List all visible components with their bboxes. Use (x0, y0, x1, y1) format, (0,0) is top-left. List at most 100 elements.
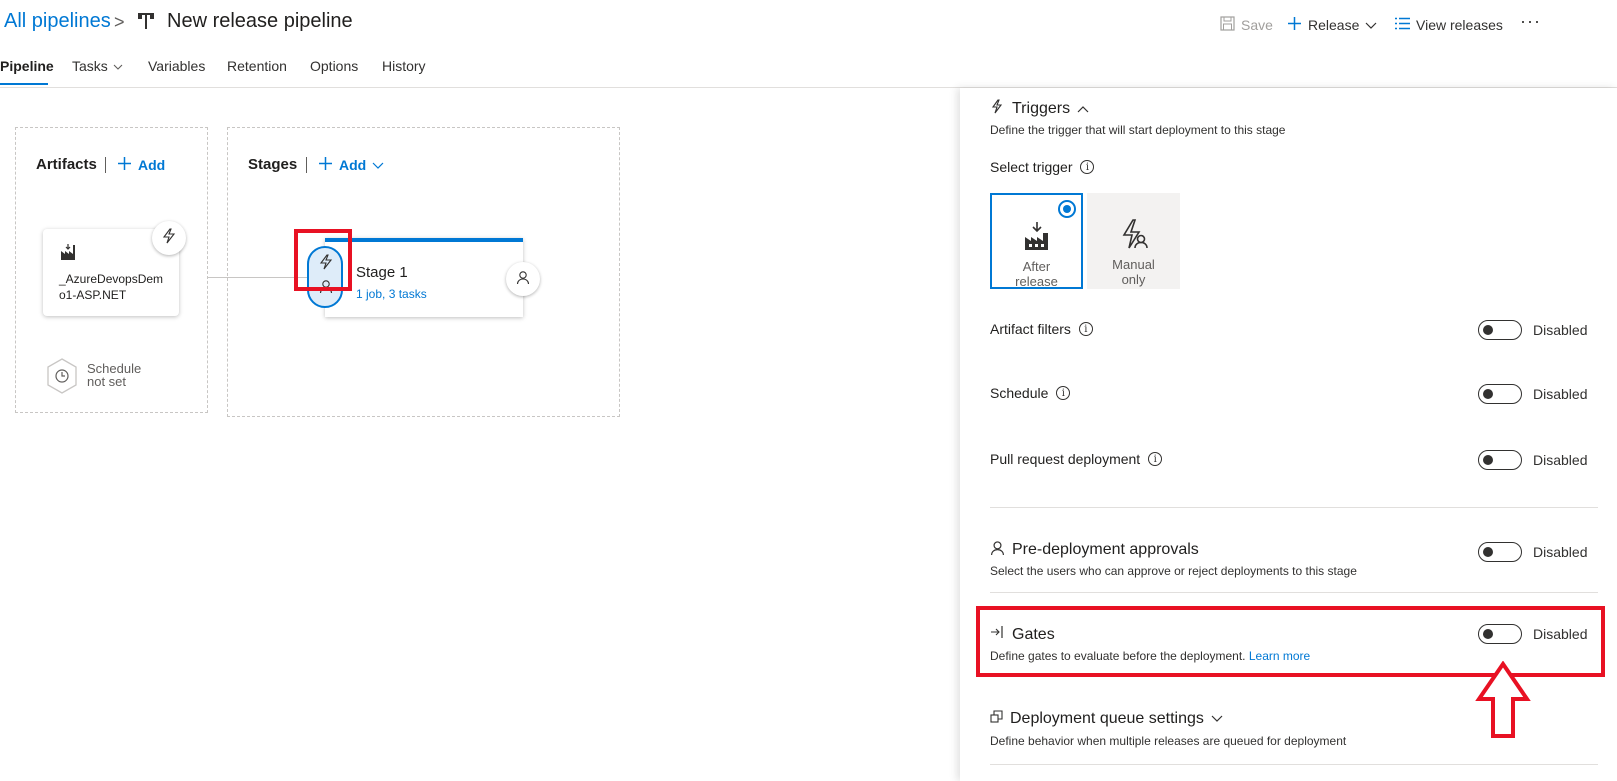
add-stage-label: Add (339, 157, 367, 173)
chevron-down-icon (1211, 710, 1223, 728)
lightning-icon (161, 227, 177, 249)
view-releases-button[interactable]: View releases (1395, 14, 1503, 36)
chevron-up-icon (1077, 100, 1089, 118)
schedule-state: Disabled (1533, 386, 1588, 402)
save-button[interactable]: Save (1220, 14, 1273, 36)
queue-icon (990, 710, 1003, 728)
chevron-down-icon (372, 157, 384, 173)
manual-only-label: Manual only (1087, 257, 1180, 287)
list-icon (1395, 17, 1410, 33)
plus-icon (1287, 16, 1302, 34)
schedule-toggle[interactable]: Disabled (1478, 384, 1587, 404)
tab-tasks-label: Tasks (72, 58, 108, 74)
person-icon (516, 270, 530, 289)
breadcrumb-separator: > (114, 12, 125, 32)
schedule-icon[interactable] (45, 357, 79, 395)
triggers-description: Define the trigger that will start deplo… (990, 123, 1286, 137)
release-pipeline-icon (137, 11, 155, 31)
view-releases-label: View releases (1416, 17, 1503, 33)
queue-settings-header[interactable]: Deployment queue settings (990, 710, 1223, 728)
more-actions-button[interactable]: ··· (1520, 10, 1541, 32)
tab-tasks[interactable]: Tasks (72, 58, 123, 74)
triggers-title: Triggers (1012, 100, 1071, 117)
red-arrow-annotation-icon (1475, 660, 1531, 744)
toggle-switch (1478, 450, 1522, 470)
trigger-option-after-release[interactable]: After release (990, 193, 1083, 289)
stage-tasks-link[interactable]: 1 job, 3 tasks (356, 287, 427, 301)
chevron-down-icon (113, 58, 123, 74)
toggle-switch (1478, 384, 1522, 404)
schedule-value: not set (87, 374, 127, 389)
chevron-down-icon (1365, 17, 1377, 33)
after-release-label-line1: After (1022, 259, 1051, 274)
artifact-filters-label: Artifact filters i (990, 321, 1093, 337)
manual-trigger-icon (1119, 219, 1149, 254)
plus-icon (318, 156, 333, 174)
queue-settings-description: Define behavior when multiple releases a… (990, 734, 1347, 748)
tab-variables[interactable]: Variables (148, 58, 205, 74)
artifact-filters-toggle[interactable]: Disabled (1478, 320, 1587, 340)
approvals-toggle[interactable]: Disabled (1478, 542, 1587, 562)
pull-request-deployment-state: Disabled (1533, 452, 1588, 468)
trigger-icon (990, 99, 1005, 119)
breadcrumb-all-pipelines-link[interactable]: All pipelines (4, 10, 111, 33)
toggle-switch (1478, 320, 1522, 340)
artifacts-title: Artifacts (36, 156, 97, 173)
add-artifact-button[interactable]: Add (117, 156, 165, 174)
stage-card[interactable]: Stage 1 1 job, 3 tasks (325, 238, 523, 317)
tab-history[interactable]: History (382, 58, 426, 74)
stage-name: Stage 1 (356, 264, 408, 281)
pull-request-deployment-label: Pull request deployment i (990, 451, 1163, 467)
section-divider (306, 157, 307, 173)
pull-request-deployment-text: Pull request deployment (990, 451, 1141, 467)
highlight-pre-deployment-box (294, 229, 352, 291)
artifact-name: _AzureDevopsDemo1-ASP.NET (59, 272, 164, 302)
section-divider (990, 764, 1598, 765)
release-button[interactable]: Release (1287, 14, 1377, 36)
continuous-deployment-trigger-button[interactable] (152, 221, 186, 255)
plus-icon (117, 156, 132, 174)
triggers-header[interactable]: Triggers (990, 99, 1089, 119)
queue-settings-title: Deployment queue settings (1010, 710, 1204, 727)
after-release-icon (1023, 221, 1051, 256)
info-icon[interactable]: i (1056, 386, 1071, 400)
tab-retention[interactable]: Retention (227, 58, 287, 74)
pull-request-deployment-toggle[interactable]: Disabled (1478, 450, 1587, 470)
page-title: New release pipeline (167, 10, 353, 32)
approvals-state: Disabled (1533, 544, 1588, 560)
save-label: Save (1241, 17, 1273, 33)
active-tab-indicator (0, 83, 48, 85)
select-trigger-label: Select trigger i (990, 159, 1095, 175)
trigger-option-manual-only[interactable]: Manual only (1087, 193, 1180, 289)
section-divider (105, 157, 106, 173)
build-artifact-icon (59, 243, 77, 266)
manual-only-label-line1: Manual (1112, 257, 1155, 272)
post-deployment-conditions-button[interactable] (506, 262, 540, 296)
approvals-description: Select the users who can approve or reje… (990, 564, 1357, 578)
release-label: Release (1308, 17, 1360, 33)
schedule-label: Schedule i (990, 385, 1071, 401)
tab-pipeline[interactable]: Pipeline (0, 58, 54, 74)
schedule-status: Schedule not set (87, 362, 141, 388)
select-trigger-text: Select trigger (990, 159, 1073, 175)
artifact-filters-state: Disabled (1533, 322, 1588, 338)
person-icon (990, 540, 1005, 560)
approvals-header: Pre-deployment approvals (990, 540, 1199, 560)
approvals-title: Pre-deployment approvals (1012, 541, 1199, 558)
info-icon[interactable]: i (1080, 160, 1095, 174)
stages-title: Stages (248, 156, 298, 173)
add-artifact-label: Add (138, 157, 166, 173)
radio-selected-icon (1058, 200, 1076, 218)
after-release-label: After release (992, 259, 1081, 289)
schedule-text: Schedule (990, 385, 1049, 401)
add-stage-button[interactable]: Add (318, 156, 384, 174)
artifact-filters-text: Artifact filters (990, 321, 1071, 337)
info-icon[interactable]: i (1148, 452, 1163, 466)
after-release-label-line2: release (1015, 274, 1058, 289)
info-icon[interactable]: i (1078, 322, 1093, 336)
save-icon (1220, 16, 1235, 34)
section-divider (990, 592, 1598, 593)
tab-options[interactable]: Options (310, 58, 358, 74)
tab-bar: Pipeline Tasks Variables Retention Optio… (0, 48, 1617, 88)
header: All pipelines > New release pipeline Sav… (0, 0, 1617, 48)
